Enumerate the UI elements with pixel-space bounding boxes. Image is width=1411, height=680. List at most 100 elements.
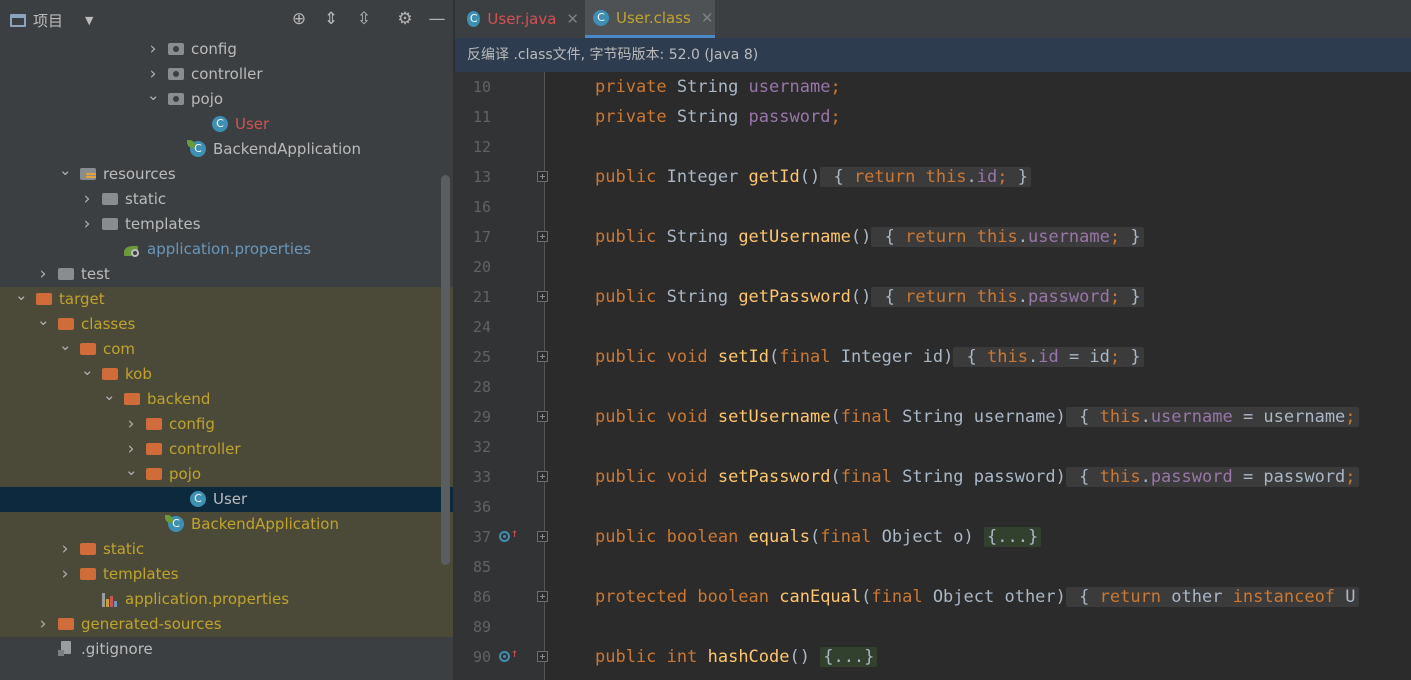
tree-item[interactable]: ⌄ target xyxy=(0,286,453,312)
tree-item[interactable]: › controller xyxy=(0,62,453,87)
code-line[interactable]: 25 public void setId(final Integer id) { … xyxy=(455,342,1411,372)
fold-toggle-icon[interactable] xyxy=(537,291,548,302)
chevron-right-icon[interactable]: › xyxy=(81,212,93,237)
code-line[interactable]: 85 xyxy=(455,552,1411,582)
tab-user-java[interactable]: C User.java ✕ xyxy=(467,0,579,38)
line-number: 33 xyxy=(472,468,491,486)
code-line[interactable]: 36 xyxy=(455,492,1411,522)
fold-toggle-icon[interactable] xyxy=(537,651,548,662)
chevron-right-icon[interactable]: › xyxy=(59,537,71,562)
fold-toggle-icon[interactable] xyxy=(537,531,548,542)
folded-region[interactable]: { return this.username; } xyxy=(871,227,1144,247)
tree-item[interactable]: ⌄ pojo xyxy=(0,461,453,487)
code-token: getId xyxy=(748,167,800,187)
tree-item[interactable]: C User xyxy=(0,487,453,512)
override-method-icon[interactable]: ↑ xyxy=(499,527,518,543)
collapse-all-icon[interactable]: ⇳ xyxy=(355,10,373,28)
tree-item[interactable]: ⌄ backend xyxy=(0,386,453,412)
chevron-right-icon[interactable]: › xyxy=(37,262,49,287)
close-icon[interactable]: ✕ xyxy=(701,9,714,27)
tree-scrollbar[interactable] xyxy=(441,175,450,565)
chevron-right-icon[interactable]: › xyxy=(37,612,49,637)
chevron-right-icon[interactable]: › xyxy=(147,37,159,62)
tab-user-class[interactable]: C User.class ✕ xyxy=(585,0,715,38)
gear-icon[interactable]: ⚙ xyxy=(396,10,414,28)
chevron-down-icon[interactable]: ⌄ xyxy=(103,383,116,408)
tree-item[interactable]: ⌄ kob xyxy=(0,361,453,387)
code-token: = password xyxy=(1232,467,1346,487)
fold-toggle-icon[interactable] xyxy=(537,591,548,602)
override-method-icon[interactable]: ↑ xyxy=(499,647,518,663)
code-line[interactable]: 29 public void setUsername(final String u… xyxy=(455,402,1411,432)
tree-item[interactable]: application.properties xyxy=(0,587,453,612)
code-line[interactable]: 86 protected boolean canEqual(final Objec… xyxy=(455,582,1411,612)
tree-item[interactable]: ⌄ com xyxy=(0,336,453,362)
hide-panel-icon[interactable]: — xyxy=(428,10,446,28)
tree-item[interactable]: › test xyxy=(0,262,453,287)
code-line[interactable]: 37 ↑ public boolean equals(final Object o)… xyxy=(455,522,1411,552)
folded-region[interactable]: { this.id = id; } xyxy=(953,347,1144,367)
code-line[interactable]: 89 xyxy=(455,612,1411,642)
code-token: final xyxy=(820,527,882,547)
tree-item[interactable]: application.properties xyxy=(0,237,453,262)
folded-region[interactable]: { this.username = username; xyxy=(1065,407,1359,427)
folded-region[interactable]: { return other instanceof U xyxy=(1065,587,1359,607)
folded-region[interactable]: { this.password = password; xyxy=(1065,467,1359,487)
expand-all-icon[interactable]: ⇕ xyxy=(322,10,340,28)
code-line[interactable]: 17 public String getUsername() { return t… xyxy=(455,222,1411,252)
locate-icon[interactable]: ⊕ xyxy=(290,10,308,28)
fold-toggle-icon[interactable] xyxy=(537,351,548,362)
tree-item[interactable]: ⌄ pojo xyxy=(0,86,453,112)
fold-toggle-icon[interactable] xyxy=(537,411,548,422)
code-token: public xyxy=(595,467,667,487)
chevron-down-icon[interactable]: ⌄ xyxy=(37,308,50,333)
code-line[interactable]: 21 public String getPassword() { return t… xyxy=(455,282,1411,312)
chevron-down-icon[interactable]: ⌄ xyxy=(59,333,72,358)
fold-toggle-icon[interactable] xyxy=(537,471,548,482)
code-line[interactable]: 33 public void setPassword(final String p… xyxy=(455,462,1411,492)
fold-toggle-icon[interactable] xyxy=(537,231,548,242)
folded-region[interactable]: {...} xyxy=(984,527,1042,547)
tree-item[interactable]: › controller xyxy=(0,437,453,462)
chevron-right-icon[interactable]: › xyxy=(81,187,93,212)
tree-item[interactable]: › templates xyxy=(0,212,453,237)
chevron-down-icon[interactable]: ⌄ xyxy=(59,158,72,183)
code-line[interactable]: 11 private String password; xyxy=(455,102,1411,132)
tree-item[interactable]: .gitignore xyxy=(0,637,453,662)
code-line[interactable]: 16 xyxy=(455,192,1411,222)
code-line[interactable]: 90 ↑ public int hashCode() {...} xyxy=(455,642,1411,672)
code-line[interactable]: 10 private String username; xyxy=(455,72,1411,102)
tree-item[interactable]: › static xyxy=(0,187,453,212)
code-line[interactable]: 32 xyxy=(455,432,1411,462)
folded-region[interactable]: { return this.id; } xyxy=(820,167,1032,187)
code-line[interactable]: 24 xyxy=(455,312,1411,342)
tree-item[interactable]: › config xyxy=(0,37,453,62)
tree-item[interactable]: C BackendApplication xyxy=(0,512,453,537)
chevron-down-icon[interactable]: ⌄ xyxy=(15,283,28,308)
folded-region[interactable]: { return this.password; } xyxy=(871,287,1144,307)
class-icon: C xyxy=(467,11,481,27)
code-token: . xyxy=(1017,227,1028,247)
chevron-down-icon[interactable]: ⌄ xyxy=(81,358,94,383)
tree-item[interactable]: ⌄ resources xyxy=(0,161,453,187)
code-token: equals xyxy=(748,527,810,547)
tree-item[interactable]: C User xyxy=(0,112,453,137)
tree-item[interactable]: › static xyxy=(0,537,453,562)
code-line[interactable]: 13 public Integer getId() { return this.i… xyxy=(455,162,1411,192)
tree-item[interactable]: › generated-sources xyxy=(0,612,453,637)
folded-region[interactable]: {...} xyxy=(820,647,878,667)
code-line[interactable]: 12 xyxy=(455,132,1411,162)
tree-item[interactable]: › config xyxy=(0,412,453,437)
tree-item[interactable]: › templates xyxy=(0,562,453,587)
chevron-down-icon[interactable]: ▼ xyxy=(85,14,93,27)
fold-toggle-icon[interactable] xyxy=(537,171,548,182)
code-line[interactable]: 28 xyxy=(455,372,1411,402)
chevron-down-icon[interactable]: ⌄ xyxy=(147,83,160,108)
code-line[interactable]: 20 xyxy=(455,252,1411,282)
close-icon[interactable]: ✕ xyxy=(566,10,579,28)
project-view-selector[interactable]: 项目 ▼ xyxy=(10,10,93,31)
chevron-right-icon[interactable]: › xyxy=(59,562,71,587)
chevron-down-icon[interactable]: ⌄ xyxy=(125,458,138,483)
line-number: 85 xyxy=(472,558,491,576)
chevron-right-icon[interactable]: › xyxy=(125,412,137,437)
